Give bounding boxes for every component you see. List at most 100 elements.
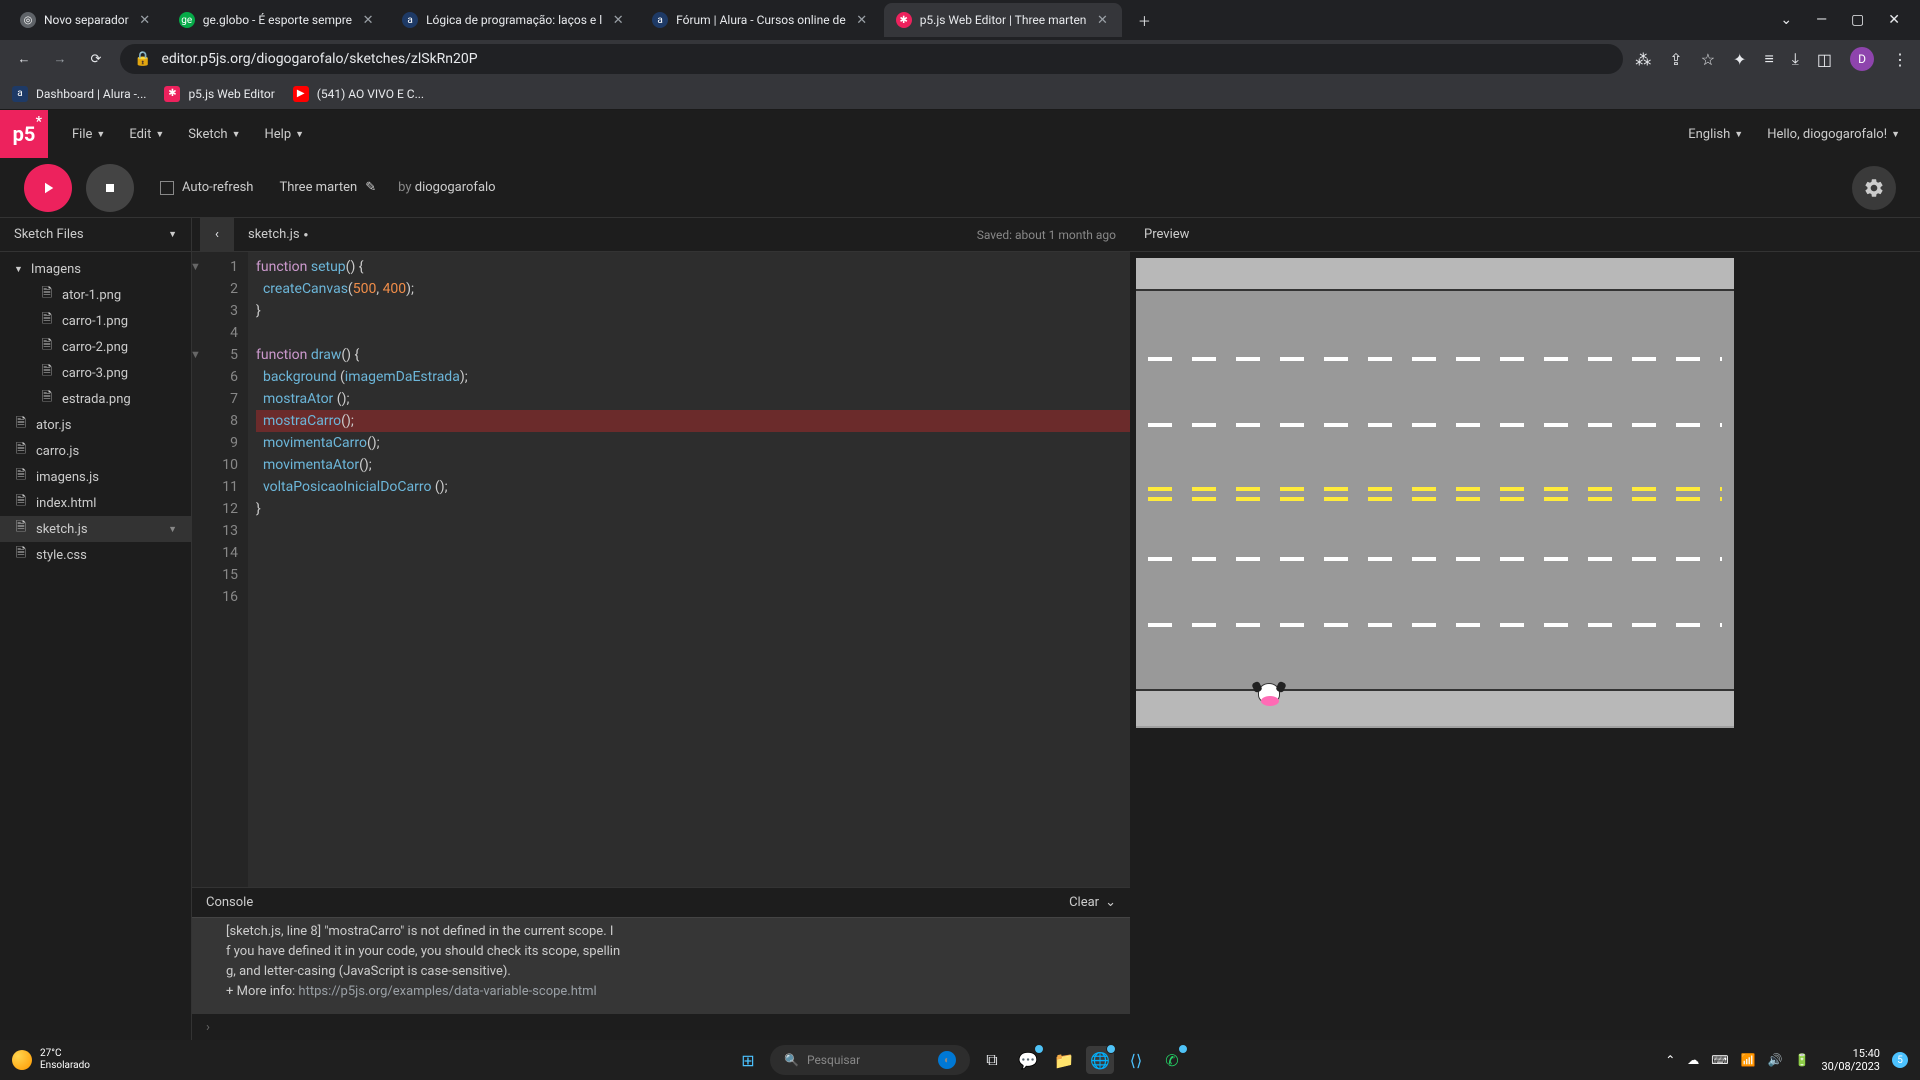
bookmark-item[interactable]: aDashboard | Alura -... [12,86,146,102]
author-label: by diogogarofalo [398,180,495,195]
file-item[interactable]: 🗎carro-3.png [0,360,191,386]
translate-icon[interactable]: ⁂ [1635,50,1651,69]
weather-widget[interactable]: 27°C Ensolarado [12,1048,90,1072]
chevron-down-icon[interactable]: ▼ [168,524,177,535]
close-icon[interactable]: ✕ [610,12,626,28]
chat-icon[interactable]: 💬 [1014,1046,1042,1074]
file-icon: 🗎 [40,310,54,332]
close-window-button[interactable]: ✕ [1888,12,1900,28]
pencil-icon[interactable]: ✎ [365,180,376,195]
bookmark-item[interactable]: ✱p5.js Web Editor [164,86,274,102]
taskbar-search[interactable]: 🔍 Pesquisar ◐ [770,1045,970,1075]
bookmark-item[interactable]: ▶(541) AO VIVO E C... [293,86,424,102]
chevron-down-icon[interactable]: ⌄ [1780,12,1792,28]
file-item[interactable]: 🗎ator.js [0,412,191,438]
bookmarks-bar: aDashboard | Alura -... ✱p5.js Web Editor… [0,78,1920,110]
preview-label: Preview [1130,218,1920,252]
file-item[interactable]: 🗎imagens.js [0,464,191,490]
file-explorer-icon[interactable]: 📁 [1050,1046,1078,1074]
menu-sketch[interactable]: Sketch▼ [188,127,240,142]
p5-menubar: File▼ Edit▼ Sketch▼ Help▼ [72,127,304,142]
browser-tab[interactable]: ◎ Novo separador ✕ [8,3,165,37]
wifi-icon[interactable]: 📶 [1741,1053,1756,1067]
extensions-icon[interactable]: ✦ [1733,50,1746,69]
download-icon[interactable]: ⤓ [1792,49,1799,69]
console-panel: Console Clear⌄ [sketch.js, line 8] "most… [192,887,1130,1040]
forward-button[interactable]: → [48,47,72,71]
file-sidebar: Sketch Files ▼ ▼Imagens🗎ator-1.png🗎carro… [0,218,192,1040]
menu-file[interactable]: File▼ [72,127,105,142]
editor-tab-bar: ‹ sketch.js● Saved: about 1 month ago [192,218,1130,252]
auto-refresh-label: Auto-refresh [182,180,253,195]
close-icon[interactable]: ✕ [137,12,153,28]
browser-tab[interactable]: ge ge.globo - É esporte sempre ✕ [167,3,388,37]
p5-logo[interactable]: p5 [0,110,48,158]
keyboard-icon[interactable]: ⌨ [1711,1053,1728,1067]
minimize-button[interactable]: ― [1816,12,1827,28]
back-button[interactable]: ← [12,47,36,71]
file-icon: 🗎 [40,362,54,384]
console-clear-button[interactable]: Clear⌄ [1069,895,1116,910]
onedrive-icon[interactable]: ☁ [1687,1053,1699,1067]
volume-icon[interactable]: 🔊 [1768,1053,1783,1067]
user-greeting[interactable]: Hello, diogogarofalo!▼ [1767,127,1900,142]
browser-tab[interactable]: a Lógica de programação: laços e l ✕ [390,3,638,37]
sketch-name: Three marten [279,180,357,195]
gear-icon[interactable] [1852,166,1896,210]
stop-button[interactable] [86,164,134,212]
editor-tab[interactable]: sketch.js● [234,218,322,252]
reading-list-icon[interactable]: ≡ [1764,49,1773,69]
language-selector[interactable]: English▼ [1688,127,1743,142]
kebab-menu-icon[interactable]: ⋮ [1892,50,1908,69]
save-status: Saved: about 1 month ago [977,228,1130,242]
file-item[interactable]: 🗎carro-2.png [0,334,191,360]
share-icon[interactable]: ⇪ [1669,50,1682,69]
file-item[interactable]: 🗎carro.js [0,438,191,464]
close-icon[interactable]: ✕ [1094,12,1110,28]
file-item[interactable]: 🗎style.css [0,542,191,568]
notifications-icon[interactable]: 5 [1892,1052,1908,1068]
whatsapp-icon[interactable]: ✆ [1158,1046,1186,1074]
chrome-icon[interactable]: 🌐 [1086,1046,1114,1074]
clock[interactable]: 15:40 30/08/2023 [1821,1047,1880,1073]
task-view-icon[interactable]: ⧉ [978,1046,1006,1074]
file-item[interactable]: 🗎sketch.js▼ [0,516,191,542]
preview-canvas [1136,258,1734,728]
file-item[interactable]: 🗎ator-1.png [0,282,191,308]
start-button[interactable]: ⊞ [734,1046,762,1074]
menu-edit[interactable]: Edit▼ [129,127,164,142]
auto-refresh-checkbox[interactable] [160,181,174,195]
file-item[interactable]: 🗎carro-1.png [0,308,191,334]
file-item[interactable]: 🗎estrada.png [0,386,191,412]
profile-avatar[interactable]: D [1850,47,1874,71]
console-output[interactable]: [sketch.js, line 8] "mostraCarro" is not… [192,918,1130,1014]
console-prompt[interactable]: › [192,1014,1130,1040]
play-button[interactable] [24,164,72,212]
collapse-sidebar-button[interactable]: ‹ [200,218,234,252]
sidebar-header[interactable]: Sketch Files ▼ [0,218,191,252]
chevron-down-icon[interactable]: ▼ [168,229,177,240]
close-icon[interactable]: ✕ [360,12,376,28]
folder-item[interactable]: ▼Imagens [0,256,191,282]
file-icon: 🗎 [14,544,28,566]
url-text: editor.p5js.org/diogogarofalo/sketches/z… [161,51,477,67]
console-link[interactable]: https://p5js.org/examples/data-variable-… [298,984,596,999]
address-bar[interactable]: 🔒 editor.p5js.org/diogogarofalo/sketches… [120,44,1623,74]
menu-help[interactable]: Help▼ [264,127,304,142]
reload-button[interactable]: ⟳ [84,47,108,71]
file-item[interactable]: 🗎index.html [0,490,191,516]
new-tab-button[interactable]: ＋ [1130,6,1158,34]
p5-toolbar: Auto-refresh Three marten ✎ by diogogaro… [0,158,1920,218]
battery-icon[interactable]: 🔋 [1795,1053,1810,1067]
copilot-icon[interactable]: ◐ [938,1051,956,1069]
vscode-icon[interactable]: ⟨⟩ [1122,1046,1150,1074]
maximize-button[interactable]: ▢ [1851,12,1864,28]
chevron-up-icon[interactable]: ⌃ [1665,1053,1675,1067]
close-icon[interactable]: ✕ [854,12,870,28]
code-editor[interactable]: ▼1234▼5678910111213141516 function setup… [192,252,1130,887]
sidepanel-icon[interactable]: ◫ [1817,50,1832,69]
star-icon[interactable]: ☆ [1701,50,1715,69]
file-icon: 🗎 [40,388,54,410]
browser-tab[interactable]: ✱ p5.js Web Editor | Three marten ✕ [884,3,1123,37]
browser-tab[interactable]: a Fórum | Alura - Cursos online de ✕ [640,3,882,37]
